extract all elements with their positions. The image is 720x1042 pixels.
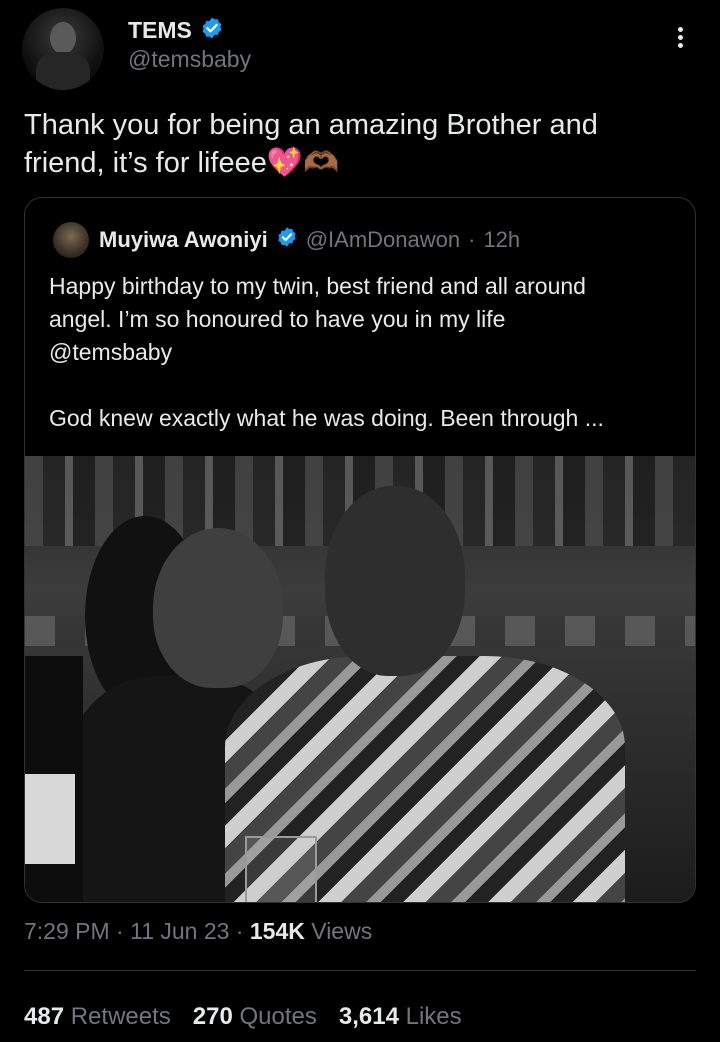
author-handle[interactable]: @temsbaby xyxy=(128,46,251,73)
more-options-icon[interactable] xyxy=(668,24,692,54)
quoted-mention-link[interactable]: @temsbaby xyxy=(49,336,679,369)
retweets-label: Retweets xyxy=(70,1003,171,1030)
quotes-stat[interactable]: 270 Quotes xyxy=(193,1003,317,1031)
photo-bottle-label xyxy=(25,774,75,864)
quoted-author-name[interactable]: Muyiwa Awoniyi xyxy=(99,227,268,253)
quoted-tweet-text: Happy birthday to my twin, best friend a… xyxy=(49,270,679,435)
quoted-text-line: God knew exactly what he was doing. Been… xyxy=(49,405,604,431)
quoted-author-row: Muyiwa Awoniyi @IAmDonawon · 12h xyxy=(99,226,520,254)
retweets-stat[interactable]: 487 Retweets xyxy=(24,1003,171,1031)
avatar-body xyxy=(36,52,90,90)
author-display-name[interactable]: TEMS xyxy=(128,17,192,44)
author-name-row: TEMS xyxy=(128,16,224,45)
quoted-tweet-photo[interactable] xyxy=(25,456,695,902)
quoted-author-handle[interactable]: @IAmDonawon xyxy=(306,227,460,253)
likes-label: Likes xyxy=(405,1003,462,1030)
photo-woman-face xyxy=(153,528,283,688)
quotes-label: Quotes xyxy=(239,1003,317,1030)
likes-count: 3,614 xyxy=(338,1003,399,1030)
quoted-time-ago[interactable]: 12h xyxy=(483,227,520,253)
views-label: Views xyxy=(311,918,373,944)
divider xyxy=(24,970,696,971)
tweet-timestamp: 7:29 PM · 11 Jun 23 · 154K Views xyxy=(24,918,372,945)
quoted-text-line: angel. I’m so honoured to have you in my… xyxy=(49,306,506,332)
tweet-text: Thank you for being an amazing Brother a… xyxy=(24,106,684,182)
meta-separator: · xyxy=(235,918,244,944)
views-count: 154K xyxy=(249,918,305,944)
quoted-text-line: Happy birthday to my twin, best friend a… xyxy=(49,273,586,299)
tweet-text-line: Thank you for being an amazing Brother a… xyxy=(24,109,598,141)
meta-separator: · xyxy=(116,918,124,944)
avatar-face xyxy=(50,22,76,54)
quoted-tweet[interactable]: Muyiwa Awoniyi @IAmDonawon · 12h Happy b… xyxy=(24,197,696,903)
verified-badge-icon xyxy=(276,226,298,254)
tweet-time[interactable]: 7:29 PM xyxy=(24,918,110,944)
tweet-text-line: friend, it’s for lifeee💖🫶🏾 xyxy=(24,147,340,179)
meta-separator: · xyxy=(468,227,476,252)
author-avatar[interactable] xyxy=(22,8,104,90)
engagement-stats: 487 Retweets 270 Quotes 3,614 Likes xyxy=(24,1003,462,1031)
quoted-author-avatar[interactable] xyxy=(53,222,89,258)
tweet-date[interactable]: 11 Jun 23 xyxy=(130,918,229,944)
photo-glass xyxy=(245,836,317,902)
likes-stat[interactable]: 3,614 Likes xyxy=(339,1003,462,1031)
photo-man-face xyxy=(325,486,465,676)
quotes-count: 270 xyxy=(192,1003,233,1030)
retweets-count: 487 xyxy=(24,1003,65,1030)
verified-badge-icon xyxy=(200,16,224,45)
